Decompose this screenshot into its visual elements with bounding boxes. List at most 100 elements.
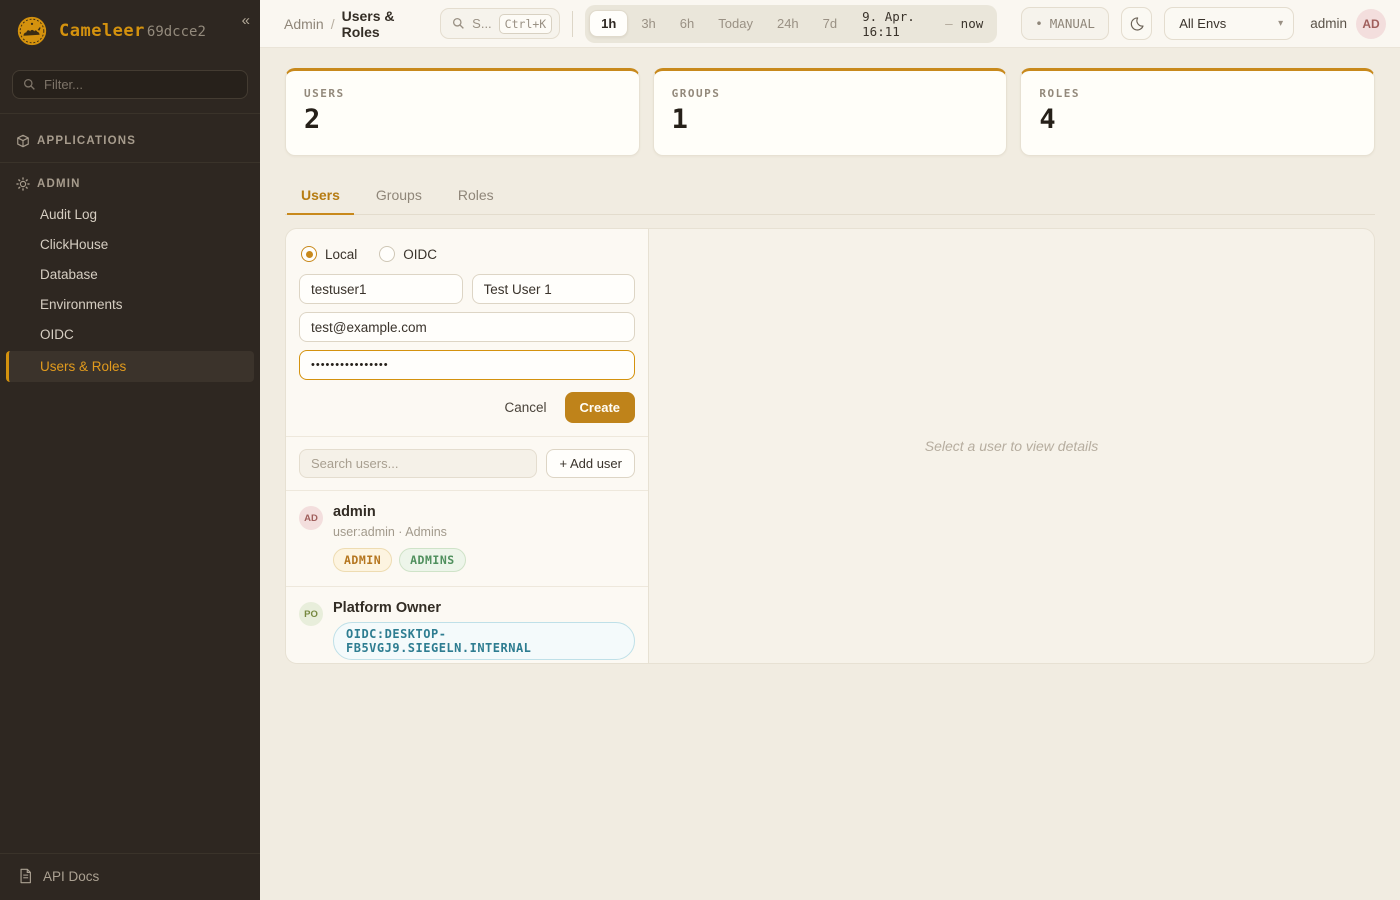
user-detail-panel: Select a user to view details (649, 229, 1374, 663)
tab-groups[interactable]: Groups (362, 179, 436, 214)
radio-selected-icon (301, 246, 317, 262)
time-option-7d[interactable]: 7d (812, 11, 848, 36)
badge-row: ADMIN ADMINS (333, 548, 466, 572)
user-list-toolbar: + Add user (286, 437, 648, 491)
create-button[interactable]: Create (565, 392, 635, 423)
app-root: « Cameleer69dcce2 Filter... APPLICATION (0, 0, 1400, 900)
sidebar: « Cameleer69dcce2 Filter... APPLICATION (0, 0, 260, 900)
breadcrumb-page: Users & Roles (342, 8, 429, 40)
sidebar-item-clickhouse[interactable]: ClickHouse (0, 230, 260, 259)
global-search-text: S... (472, 16, 492, 31)
search-shortcut-badge: Ctrl+K (499, 14, 553, 34)
tab-roles[interactable]: Roles (444, 179, 508, 214)
tab-users[interactable]: Users (287, 179, 354, 215)
chevron-down-icon: ▾ (1278, 18, 1283, 29)
global-search-button[interactable]: S... Ctrl+K (440, 8, 560, 39)
group-badge-admins: ADMINS (399, 548, 466, 572)
avatar[interactable]: AD (1356, 9, 1386, 39)
user-row-admin[interactable]: AD admin user:admin · Admins ADMIN ADMIN… (286, 491, 648, 587)
time-separator: — (945, 16, 953, 31)
stat-card-groups: GROUPS 1 (653, 68, 1008, 156)
divider (572, 11, 573, 37)
stats-cards: USERS 2 GROUPS 1 ROLES 4 (285, 68, 1375, 156)
filter-placeholder: Filter... (44, 77, 83, 92)
env-select-value: All Envs (1179, 16, 1226, 31)
user-name: admin (333, 504, 466, 520)
time-range-control: 1h 3h 6h Today 24h 7d 9. Apr. 16:11 — no… (585, 5, 997, 43)
app-title: Cameleer (59, 21, 145, 41)
breadcrumb-section[interactable]: Admin (284, 16, 324, 32)
role-badge-admin: ADMIN (333, 548, 392, 572)
time-option-24h[interactable]: 24h (766, 11, 810, 36)
breadcrumb-separator: / (331, 16, 335, 32)
time-option-1h[interactable]: 1h (589, 10, 628, 37)
avatar: AD (299, 506, 323, 530)
add-user-button[interactable]: + Add user (546, 449, 635, 478)
current-user-name: admin (1310, 16, 1347, 31)
oidc-provider-badge: OIDC:DESKTOP-FB5VGJ9.SIEGELN.INTERNAL (333, 622, 635, 660)
refresh-dot-icon: • (1035, 16, 1043, 31)
sidebar-section-admin[interactable]: ADMIN (0, 169, 260, 199)
stat-card-users: USERS 2 (285, 68, 640, 156)
time-option-3h[interactable]: 3h (630, 11, 666, 36)
divider (0, 162, 260, 163)
logo: Cameleer69dcce2 (0, 0, 260, 60)
cancel-button[interactable]: Cancel (505, 400, 547, 415)
search-icon (23, 78, 36, 91)
time-range-display[interactable]: 9. Apr. 16:11 — now (862, 9, 983, 39)
users-count: 2 (304, 104, 621, 135)
sidebar-item-database[interactable]: Database (0, 260, 260, 289)
user-meta: user:admin · Admins (333, 525, 466, 539)
moon-icon (1129, 16, 1145, 32)
roles-count: 4 (1039, 104, 1356, 135)
main-column: Admin / Users & Roles S... Ctrl+K 1h 3h … (260, 0, 1400, 900)
api-docs-link[interactable]: API Docs (0, 853, 260, 900)
breadcrumb: Admin / Users & Roles (284, 8, 428, 40)
cube-icon (16, 134, 30, 148)
camel-logo-icon (14, 14, 50, 48)
sidebar-item-users-roles[interactable]: Users & Roles (6, 351, 254, 382)
app-version: 69dcce2 (147, 24, 206, 40)
time-option-today[interactable]: Today (707, 11, 764, 36)
password-field[interactable] (299, 350, 635, 380)
sidebar-filter-input[interactable]: Filter... (12, 70, 248, 99)
users-panel: Local OIDC (285, 228, 1375, 664)
search-users-input[interactable] (299, 449, 537, 478)
sidebar-filter-wrap: Filter... (0, 60, 260, 114)
content-area: USERS 2 GROUPS 1 ROLES 4 Users Groups Ro… (260, 48, 1400, 900)
email-field[interactable] (299, 312, 635, 342)
dark-mode-toggle[interactable] (1121, 7, 1152, 40)
topbar: Admin / Users & Roles S... Ctrl+K 1h 3h … (260, 0, 1400, 48)
time-to: now (961, 16, 984, 31)
user-row-platform-owner[interactable]: PO Platform Owner OIDC:DESKTOP-FB5VGJ9.S… (286, 587, 648, 664)
refresh-mode-button[interactable]: • MANUAL (1021, 7, 1109, 40)
radio-unselected-icon (379, 246, 395, 262)
username-field[interactable] (299, 274, 463, 304)
user-name: Platform Owner (333, 600, 635, 616)
empty-state-message: Select a user to view details (925, 438, 1099, 454)
sidebar-item-environments[interactable]: Environments (0, 290, 260, 319)
display-name-field[interactable] (472, 274, 636, 304)
avatar: PO (299, 602, 323, 626)
search-icon (452, 17, 465, 30)
stat-card-roles: ROLES 4 (1020, 68, 1375, 156)
env-select[interactable]: All Envs ▾ (1164, 7, 1294, 40)
time-option-6h[interactable]: 6h (669, 11, 705, 36)
radio-oidc[interactable]: OIDC (379, 246, 437, 262)
tab-bar: Users Groups Roles (285, 179, 1375, 215)
collapse-sidebar-icon[interactable]: « (242, 12, 250, 29)
time-from: 9. Apr. 16:11 (862, 9, 937, 39)
user-menu[interactable]: admin AD (1310, 9, 1386, 39)
sidebar-section-applications[interactable]: APPLICATIONS (0, 126, 260, 156)
create-user-form: Local OIDC (286, 229, 648, 437)
document-icon (18, 868, 33, 884)
auth-type-options: Local OIDC (299, 242, 635, 274)
sidebar-item-audit-log[interactable]: Audit Log (0, 200, 260, 229)
form-actions: Cancel Create (299, 392, 635, 423)
users-list-column: Local OIDC (286, 229, 649, 663)
groups-count: 1 (672, 104, 989, 135)
radio-local[interactable]: Local (301, 246, 357, 262)
gear-icon (16, 177, 30, 191)
sidebar-item-oidc[interactable]: OIDC (0, 320, 260, 349)
sidebar-nav: APPLICATIONS ADMIN Audit Log ClickHouse … (0, 114, 260, 853)
